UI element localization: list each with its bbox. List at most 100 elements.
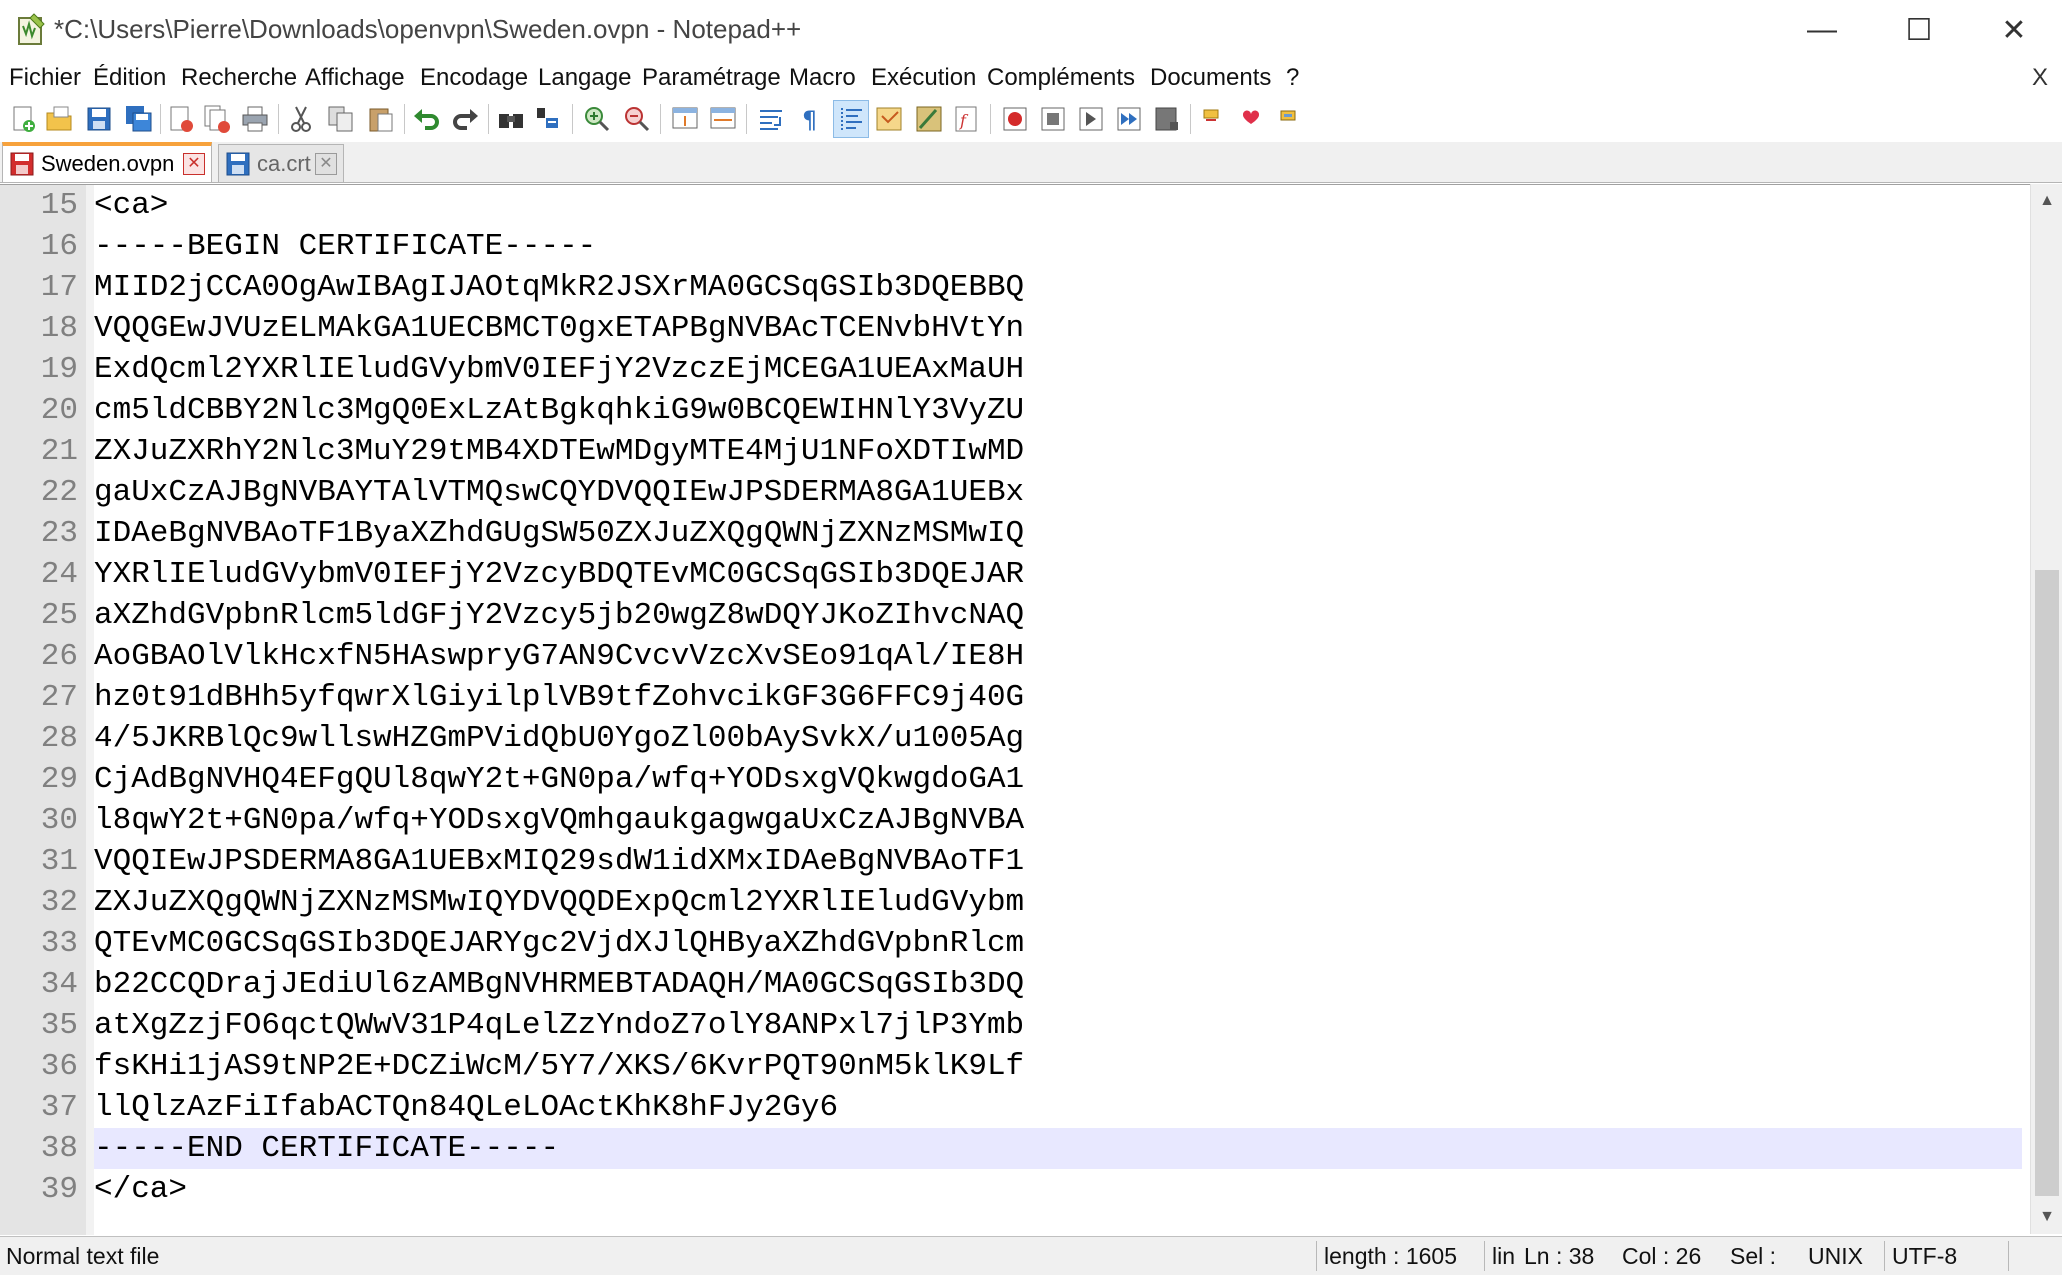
line-text[interactable]: CjAdBgNVHQ4EFgQUl8qwY2t+GN0pa/wfq+YODsxg… [94, 759, 2022, 800]
editor-line: 25 aXZhdGVpbnRlcm5ldGFjY2Vzcy5jb20wgZ8wDQ… [0, 595, 2030, 636]
heart-icon[interactable] [1234, 101, 1268, 137]
minimize-button[interactable]: — [1776, 0, 1868, 60]
save-icon[interactable] [82, 101, 116, 137]
status-length: length : 1605 [1324, 1242, 1458, 1269]
menu-affichage[interactable]: Affichage [305, 64, 405, 92]
tab-close-button[interactable]: ✕ [183, 153, 205, 175]
editor-line: 31 VQQIEwJPSDERMA8GA1UEBxMIQ29sdW1idXMxID… [0, 841, 2030, 882]
line-text[interactable]: cm5ldCBBY2Nlc3MgQ0ExLzAtBgkqhkiG9w0BCQEW… [94, 390, 2022, 431]
menu-parametrage[interactable]: Paramétrage [642, 64, 781, 92]
line-number: 19 [40, 352, 78, 387]
menu-documents[interactable]: Documents [1150, 64, 1271, 92]
line-text[interactable]: MIID2jCCA0OgAwIBAgIJAOtqMkR2JSXrMA0GCSqG… [94, 267, 2022, 308]
line-text[interactable]: ZXJuZXRhY2Nlc3MuY29tMB4XDTEwMDgyMTE4MjU1… [94, 431, 2022, 472]
line-text[interactable]: AoGBAOlVlkHcxfN5HAswpryG7AN9CvcvVzcXvSEo… [94, 636, 2022, 677]
line-text[interactable]: <ca> [94, 185, 2022, 226]
line-text[interactable]: hz0t91dBHh5yfqwrXlGiyilplVB9tfZohvcikGF3… [94, 677, 2022, 718]
line-text[interactable]: -----END CERTIFICATE----- [94, 1128, 2022, 1169]
maximize-button[interactable]: ☐ [1873, 0, 1965, 60]
undo-icon[interactable] [410, 101, 444, 137]
line-text[interactable]: QTEvMC0GCSqGSIb3DQEJARYgc2VjdXJlQHByaXZh… [94, 923, 2022, 964]
tab-close-button[interactable]: ✕ [315, 152, 337, 175]
open-file-icon[interactable] [42, 101, 76, 137]
menu-fichier[interactable]: Fichier [9, 64, 81, 92]
line-number: 34 [40, 967, 78, 1002]
menu-edition[interactable]: Édition [93, 64, 166, 92]
vertical-scrollbar[interactable]: ▲ ▼ [2030, 184, 2062, 1234]
indent-guide-icon[interactable] [833, 100, 869, 138]
show-all-characters-icon[interactable]: ¶ [794, 101, 828, 137]
scroll-thumb[interactable] [2035, 570, 2059, 1196]
menu-recherche[interactable]: Recherche [181, 64, 297, 92]
close-window-button[interactable]: ✕ [1968, 0, 2060, 60]
menu-help[interactable]: ? [1286, 64, 1299, 92]
scroll-up-arrow[interactable]: ▲ [2031, 184, 2062, 218]
line-text[interactable]: VQQIEwJPSDERMA8GA1UEBxMIQ29sdW1idXMxIDAe… [94, 841, 2022, 882]
line-text[interactable]: aXZhdGVpbnRlcm5ldGFjY2Vzcy5jb20wgZ8wDQYJ… [94, 595, 2022, 636]
line-number: 16 [40, 229, 78, 264]
text-editor[interactable]: 15 <ca> 16 -----BEGIN CERTIFICATE----- 17 M… [0, 184, 2030, 1235]
word-wrap-icon[interactable] [754, 101, 788, 137]
editor-line: 15 <ca> [0, 185, 2030, 226]
line-text[interactable]: ExdQcml2YXRlIEludGVybmV0IEFjY2VzczEjMCEG… [94, 349, 2022, 390]
function-list-icon[interactable]: f [950, 101, 984, 137]
stop-macro-icon[interactable] [1036, 101, 1070, 137]
language-icon[interactable] [872, 101, 906, 137]
new-file-icon[interactable] [6, 101, 40, 137]
record-macro-icon[interactable] [998, 101, 1032, 137]
line-text[interactable]: VQQGEwJVUzELMAkGA1UECBMCT0gxETAPBgNVBAcT… [94, 308, 2022, 349]
line-number: 22 [40, 475, 78, 510]
line-number: 29 [40, 762, 78, 797]
close-document-button[interactable]: X [2032, 64, 2048, 92]
tab-sweden-ovpn[interactable]: Sweden.ovpn ✕ [2, 142, 212, 182]
sync-horizontal-icon[interactable] [706, 101, 740, 137]
tab-bar: Sweden.ovpn ✕ ca.crt ✕ [0, 142, 2062, 183]
menu-complements[interactable]: Compléments [987, 64, 1135, 92]
scroll-down-arrow[interactable]: ▼ [2031, 1200, 2062, 1234]
line-text[interactable]: YXRlIEludGVybmV0IEFjY2VzcyBDQTEvMC0GCSqG… [94, 554, 2022, 595]
zoom-out-icon[interactable] [620, 101, 654, 137]
document-map-icon[interactable] [912, 101, 946, 137]
save-macro-icon[interactable] [1150, 101, 1184, 137]
editor-line: 33 QTEvMC0GCSqGSIb3DQEJARYgc2VjdXJlQHByaX… [0, 923, 2030, 964]
line-text[interactable]: ZXJuZXQgQWNjZXNzMSMwIQYDVQQDExpQcml2YXRl… [94, 882, 2022, 923]
menu-macro[interactable]: Macro [789, 64, 856, 92]
status-lines: lin [1492, 1242, 1516, 1269]
replace-icon[interactable] [532, 101, 566, 137]
plugin-icon[interactable] [1272, 101, 1306, 137]
zoom-in-icon[interactable] [580, 101, 614, 137]
editor-line: 35 atXgZzjFO6qctQWwV31P4qLelZzYndoZ7olY8A… [0, 1005, 2030, 1046]
cut-icon[interactable] [284, 101, 318, 137]
menu-execution[interactable]: Exécution [871, 64, 976, 92]
menu-encodage[interactable]: Encodage [420, 64, 528, 92]
line-text[interactable]: IDAeBgNVBAoTF1ByaXZhdGUgSW50ZXJuZXQgQWNj… [94, 513, 2022, 554]
menu-langage[interactable]: Langage [538, 64, 631, 92]
line-text[interactable]: b22CCQDrajJEdiUl6zAMBgNVHRMEBTADAQH/MA0G… [94, 964, 2022, 1005]
close-icon[interactable] [164, 101, 198, 137]
line-text[interactable]: gaUxCzAJBgNVBAYTAlVTMQswCQYDVQQIEwJPSDER… [94, 472, 2022, 513]
redo-icon[interactable] [448, 101, 482, 137]
line-text[interactable]: l8qwY2t+GN0pa/wfq+YODsxgVQmhgaukgagwgaUx… [94, 800, 2022, 841]
print-icon[interactable] [238, 101, 272, 137]
editor-line-current: 38 -----END CERTIFICATE----- [0, 1128, 2030, 1169]
play-macro-icon[interactable] [1074, 101, 1108, 137]
line-text[interactable]: -----BEGIN CERTIFICATE----- [94, 226, 2022, 267]
line-text[interactable]: fsKHi1jAS9tNP2E+DCZiWcM/5Y7/XKS/6KvrPQT9… [94, 1046, 2022, 1087]
close-all-icon[interactable] [200, 101, 234, 137]
paste-icon[interactable] [364, 101, 398, 137]
find-icon[interactable] [494, 101, 528, 137]
window-title: *C:\Users\Pierre\Downloads\openvpn\Swede… [54, 14, 802, 44]
line-text[interactable]: 4/5JKRBlQc9wllswHZGmPVidQbU0YgoZl00bAySv… [94, 718, 2022, 759]
run-macro-multiple-icon[interactable] [1112, 101, 1146, 137]
line-text[interactable]: </ca> [94, 1169, 2022, 1210]
bookmark-icon[interactable] [1196, 101, 1230, 137]
tab-ca-crt[interactable]: ca.crt ✕ [218, 144, 344, 182]
status-file-type: Normal text file [6, 1242, 160, 1269]
line-text[interactable]: atXgZzjFO6qctQWwV31P4qLelZzYndoZ7olY8ANP… [94, 1005, 2022, 1046]
sync-vertical-icon[interactable] [668, 101, 702, 137]
save-all-icon[interactable] [122, 101, 156, 137]
line-text[interactable]: llQlzAzFiIfabACTQn84QLeLOActKhK8hFJy2Gy6 [94, 1087, 2022, 1128]
tab-label: Sweden.ovpn [41, 151, 175, 176]
copy-icon[interactable] [324, 101, 358, 137]
editor-line: 27 hz0t91dBHh5yfqwrXlGiyilplVB9tfZohvcikG… [0, 677, 2030, 718]
